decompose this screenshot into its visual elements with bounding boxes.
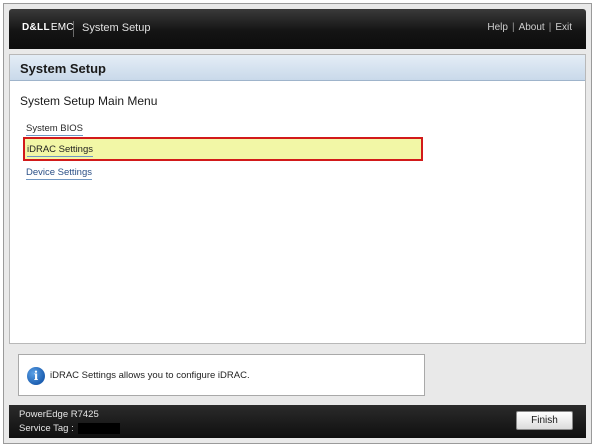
menu-item-label: iDRAC Settings	[27, 144, 93, 157]
link-separator: |	[548, 22, 552, 33]
service-tag-label: Service Tag :	[19, 423, 74, 434]
service-tag-value-redacted	[77, 423, 120, 434]
exit-link[interactable]: Exit	[555, 22, 572, 33]
main-panel: System Setup System Setup Main Menu Syst…	[9, 54, 586, 344]
logo-emc-text: EMC	[50, 22, 74, 33]
link-separator: |	[511, 22, 515, 33]
menu-item-system-bios[interactable]: System BIOS	[26, 123, 84, 136]
menu-item-idrac-settings[interactable]: iDRAC Settings	[23, 137, 423, 161]
page-title: System Setup	[20, 61, 106, 76]
finish-button[interactable]: Finish	[516, 411, 573, 430]
help-link[interactable]: Help	[487, 22, 508, 33]
menu-heading: System Setup Main Menu	[20, 94, 158, 108]
header-links: Help | About | Exit	[487, 22, 572, 33]
top-header-bar: D&LL EMC System Setup Help | About | Exi…	[9, 9, 586, 49]
panel-title-bar: System Setup	[10, 55, 585, 81]
header-divider	[73, 21, 74, 37]
menu-item-device-settings[interactable]: Device Settings	[26, 167, 93, 180]
help-info-box: i iDRAC Settings allows you to configure…	[18, 354, 425, 396]
system-model: PowerEdge R7425	[19, 409, 99, 420]
dell-emc-logo: D&LL EMC	[22, 22, 74, 36]
bottom-status-bar: PowerEdge R7425 Service Tag : Finish	[9, 405, 586, 438]
app-title: System Setup	[82, 22, 151, 34]
help-text: iDRAC Settings allows you to configure i…	[50, 370, 250, 381]
about-link[interactable]: About	[519, 22, 545, 33]
info-icon: i	[27, 367, 45, 385]
logo-dell-text: D&LL	[22, 22, 50, 33]
service-tag: Service Tag :	[19, 423, 120, 434]
